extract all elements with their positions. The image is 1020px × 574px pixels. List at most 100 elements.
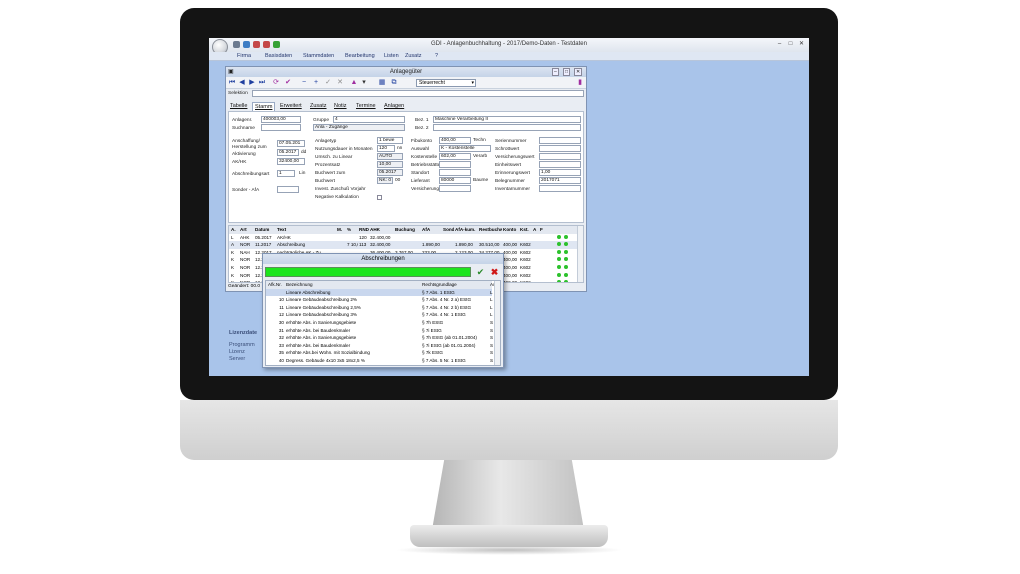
nutzungsdauer-field[interactable]: 120 — [377, 145, 395, 152]
negative-checkbox[interactable] — [377, 195, 382, 200]
list-item[interactable]: 35 erhöhte Abs.bei Wohn. mit Sozialbindun… — [266, 349, 493, 357]
menu-listen[interactable]: Listen — [384, 53, 399, 59]
last-record-icon[interactable]: ⏭ — [258, 78, 266, 87]
list-item[interactable]: 30 erhöhte Abs. in Sanierungsgebiete § 7h … — [266, 319, 493, 327]
gruppe-field[interactable]: 4 — [333, 116, 405, 123]
list-item[interactable]: 31 erhöhte Abs. bei Baudenkmaler § 7i EStG… — [266, 327, 493, 335]
tab-termine[interactable]: Termine — [354, 102, 378, 111]
prev-record-icon[interactable]: ◀ — [238, 78, 246, 87]
buchwert-zum-field[interactable]: 05.2017 — [377, 169, 403, 176]
seriennummer-field[interactable] — [539, 137, 581, 144]
tab-notiz[interactable]: Notiz — [332, 102, 349, 111]
window-minimize-icon[interactable]: – — [552, 68, 559, 76]
bez2-field[interactable] — [433, 124, 581, 131]
refresh-icon[interactable]: ⟳ — [272, 78, 280, 87]
menu-help[interactable]: ? — [435, 53, 438, 59]
belegnummer-field[interactable]: 2017071 — [539, 177, 581, 184]
table-cell: K602 — [520, 242, 531, 248]
app-titlebar: GDI - Anlagenbuchhaltung - 2017/Demo-Dat… — [209, 38, 809, 55]
list-item[interactable]: 33 erhöhte Abs. bei Baudenkmaler § 7i EStG… — [266, 342, 493, 350]
book-icon[interactable]: ▮ — [576, 78, 584, 87]
akhk-field[interactable]: 32400,00 — [277, 158, 305, 165]
kostenstelle-field[interactable]: 602,00 — [439, 153, 471, 160]
umsch-select[interactable]: AUTO — [377, 153, 403, 160]
maximize-icon[interactable]: □ — [786, 41, 795, 48]
suchname-label: Suchname — [232, 126, 255, 131]
menu-zusatz[interactable]: Zusatz — [405, 53, 422, 59]
dropdown-icon[interactable]: ▾ — [360, 78, 368, 87]
selection-input[interactable] — [252, 90, 584, 97]
confirm-icon[interactable]: ✓ — [324, 78, 332, 87]
table-cell: 1.890,00 — [455, 242, 473, 248]
screen: GDI - Anlagenbuchhaltung - 2017/Demo-Dat… — [209, 38, 809, 376]
dialog-search-bar[interactable] — [265, 267, 471, 277]
list-cell: § 7i EStG — [422, 327, 442, 333]
view-select[interactable]: Steuerrecht ▾ — [416, 79, 476, 87]
first-record-icon[interactable]: ⏮ — [228, 78, 236, 87]
anlagetyp-select[interactable]: 1 bewe — [377, 137, 403, 144]
sonder-afa-field[interactable] — [277, 186, 299, 193]
check-icon[interactable]: ✔ — [284, 78, 292, 87]
einheitswert-field[interactable] — [539, 161, 581, 168]
auswahl-select[interactable]: K - Kostenstelle — [439, 145, 491, 152]
abschreibungsart-field[interactable]: 1 — [277, 170, 295, 177]
tab-erweitert[interactable]: Erweitert — [278, 102, 304, 111]
list-item[interactable]: 32 erhöhte Abs. in Sanierungsgebiete § 7h … — [266, 334, 493, 342]
inventarnummer-field[interactable] — [539, 185, 581, 192]
prozentsatz-field[interactable]: 10,00 — [377, 161, 403, 168]
ok-button[interactable]: ✔ — [475, 267, 486, 277]
lieferant-field[interactable]: 80000 — [439, 177, 471, 184]
fibukonto-field[interactable]: 400,00 — [439, 137, 471, 144]
table-scrollbar[interactable] — [577, 226, 583, 282]
buchwert-field[interactable]: NK: 0 — [377, 177, 393, 184]
minus-icon[interactable]: − — [300, 78, 308, 87]
close-icon[interactable]: ✕ — [797, 41, 806, 48]
tab-anlagen[interactable]: Anlagen — [382, 102, 406, 111]
window-close-icon[interactable]: ✕ — [574, 68, 583, 76]
plus-icon[interactable]: + — [312, 78, 320, 87]
cancel-button[interactable]: ✖ — [489, 267, 500, 277]
menu-basisdaten[interactable]: Basisdaten — [265, 53, 292, 59]
menu-stammdaten[interactable]: Stammdaten — [303, 53, 334, 59]
fibukonto-label: Fibukonto — [411, 139, 433, 144]
list-cell: Lineare Gebäudeabschreibung 2% — [286, 297, 358, 303]
table-row[interactable]: L AHK 05.2017 AK/HK 120 32.400,00 — [229, 234, 579, 242]
tab-zusatz[interactable]: Zusatz — [308, 102, 329, 111]
minimize-icon[interactable]: – — [775, 41, 784, 48]
print-icon[interactable]: ▲ — [350, 78, 358, 87]
list-cell: 11 — [279, 304, 284, 310]
versicherung-field[interactable] — [439, 185, 471, 192]
next-record-icon[interactable]: ▶ — [248, 78, 256, 87]
erinnerungswert-field[interactable]: 1,00 — [539, 169, 581, 176]
anlagenr-field[interactable]: 400003,00 — [261, 116, 301, 123]
menu-firma[interactable]: Firma — [237, 53, 251, 59]
aktivierung-field[interactable]: 05.2017 — [277, 149, 299, 156]
betriebsstaette-field[interactable] — [439, 161, 471, 168]
list-item[interactable]: 12 Lineare Gebäudeabschreibung 3% § 7 Abs.… — [266, 311, 493, 319]
tab-stamm[interactable]: Stamm — [252, 102, 276, 111]
table-row[interactable]: A NOR 11.2017 Abschreibung 7 10,0011332.400,… — [229, 241, 579, 249]
table-icon[interactable]: ▦ — [378, 78, 386, 87]
list-scrollbar[interactable] — [494, 281, 500, 365]
versicherungswert-field[interactable] — [539, 153, 581, 160]
bez1-label: Bez. 1 — [415, 118, 429, 123]
versicherung-label: Versicherung — [411, 187, 439, 192]
suchname-field[interactable] — [261, 124, 301, 131]
status-dot-icon — [564, 280, 568, 282]
versicherungswert-label: Versicherungswert — [495, 155, 535, 160]
window-restore-icon[interactable]: □ — [563, 68, 571, 76]
cancel-icon[interactable]: ✕ — [336, 78, 344, 87]
list-item[interactable]: Lineare Abschreibung § 7 Abs. 1 EStG L — [266, 288, 493, 297]
schrottwert-field[interactable] — [539, 145, 581, 152]
window-toolbar: ⏮ ◀ ▶ ⏭ ⟳ ✔ − + ✓ ✕ ▲ ▾ ▦ ⧉ Steuerrecht … — [226, 77, 586, 89]
list-item[interactable]: 10 Lineare Gebäudeabschreibung 2% § 7 Abs.… — [266, 296, 493, 304]
menu-bearbeitung[interactable]: Bearbeitung — [345, 53, 375, 59]
copy-icon[interactable]: ⧉ — [390, 78, 398, 87]
tab-tabelle[interactable]: Tabelle — [228, 102, 249, 111]
list-item[interactable]: 40 Degress. Gebäude 4x10 3x5 18x2,5 % § 7 … — [266, 357, 493, 365]
bez1-field[interactable]: Maschine Verarbeitung II — [433, 116, 581, 123]
window-icon: ▣ — [228, 69, 234, 75]
list-item[interactable]: 11 Lineare Gebäudeabschreibung 2,5% § 7 Ab… — [266, 304, 492, 312]
standort-field[interactable] — [439, 169, 471, 176]
anschaffung-field[interactable]: 07.05.201 — [277, 140, 305, 147]
